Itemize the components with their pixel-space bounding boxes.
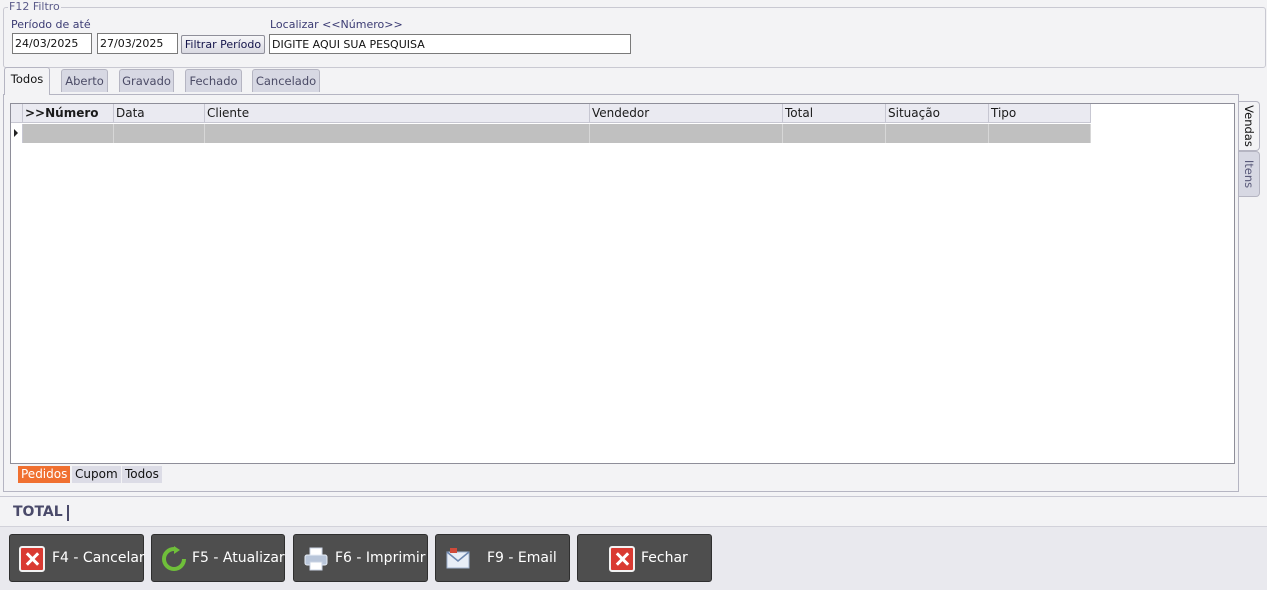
close-button-label: Fechar xyxy=(641,550,688,566)
email-icon xyxy=(446,548,470,569)
column-header-situacao[interactable]: Situação xyxy=(886,104,989,123)
total-separator xyxy=(0,496,1267,497)
cancel-button-label: F4 - Cancelar xyxy=(52,550,145,566)
side-tab-vendas[interactable]: Vendas xyxy=(1239,101,1260,151)
refresh-button-label: F5 - Atualizar xyxy=(192,550,285,566)
side-tab-vendas-label: Vendas xyxy=(1242,105,1256,147)
print-button-label: F6 - Imprimir xyxy=(335,550,426,566)
close-button[interactable]: Fechar xyxy=(577,534,712,582)
tab-cancelado[interactable]: Cancelado xyxy=(252,69,320,92)
column-header-data[interactable]: Data xyxy=(114,104,205,123)
column-header-tipo[interactable]: Tipo xyxy=(989,104,1091,123)
email-button-label: F9 - Email xyxy=(487,550,557,566)
date-to-input[interactable] xyxy=(97,33,178,54)
print-button[interactable]: F6 - Imprimir xyxy=(293,534,428,582)
tab-fechado[interactable]: Fechado xyxy=(185,69,242,92)
printer-icon xyxy=(304,547,328,571)
column-header-numero[interactable]: >>Número xyxy=(23,104,114,123)
grid-indicator-header xyxy=(11,104,23,123)
subtab-pedidos[interactable]: Pedidos xyxy=(18,466,71,483)
period-label: Período de até xyxy=(11,18,91,31)
table-cell[interactable] xyxy=(886,124,989,143)
search-label: Localizar <<Número>> xyxy=(270,18,403,31)
close-icon xyxy=(609,546,635,572)
total-value-divider xyxy=(67,505,69,521)
column-header-vendedor[interactable]: Vendedor xyxy=(590,104,783,123)
table-cell[interactable] xyxy=(114,124,205,143)
refresh-button[interactable]: F5 - Atualizar xyxy=(151,534,285,582)
current-row-arrow-icon xyxy=(14,129,18,137)
filter-legend: F12 Filtro xyxy=(8,0,61,13)
search-input[interactable] xyxy=(269,34,631,54)
tab-aberto[interactable]: Aberto xyxy=(61,69,108,92)
side-tab-itens[interactable]: Itens xyxy=(1239,151,1260,197)
tab-todos[interactable]: Todos xyxy=(4,67,50,95)
table-cell[interactable] xyxy=(783,124,886,143)
table-cell[interactable] xyxy=(23,124,114,143)
side-tab-itens-label: Itens xyxy=(1242,159,1256,189)
cancel-button[interactable]: F4 - Cancelar xyxy=(9,534,145,582)
date-from-input[interactable] xyxy=(12,33,92,54)
subtab-cupom[interactable]: Cupom xyxy=(72,466,121,483)
subtab-todos[interactable]: Todos xyxy=(122,466,162,483)
filter-period-button[interactable]: Filtrar Período xyxy=(181,35,265,54)
tab-gravado[interactable]: Gravado xyxy=(119,69,174,92)
refresh-icon xyxy=(162,546,186,571)
table-cell[interactable] xyxy=(989,124,1091,143)
cancel-icon xyxy=(19,546,45,572)
table-cell[interactable] xyxy=(205,124,590,143)
total-label: TOTAL xyxy=(13,504,63,520)
table-cell[interactable] xyxy=(590,124,783,143)
email-button[interactable]: F9 - Email xyxy=(435,534,570,582)
column-header-cliente[interactable]: Cliente xyxy=(205,104,590,123)
orders-grid[interactable]: >>Número Data Cliente Vendedor Total Sit… xyxy=(10,103,1235,464)
column-header-total[interactable]: Total xyxy=(783,104,886,123)
